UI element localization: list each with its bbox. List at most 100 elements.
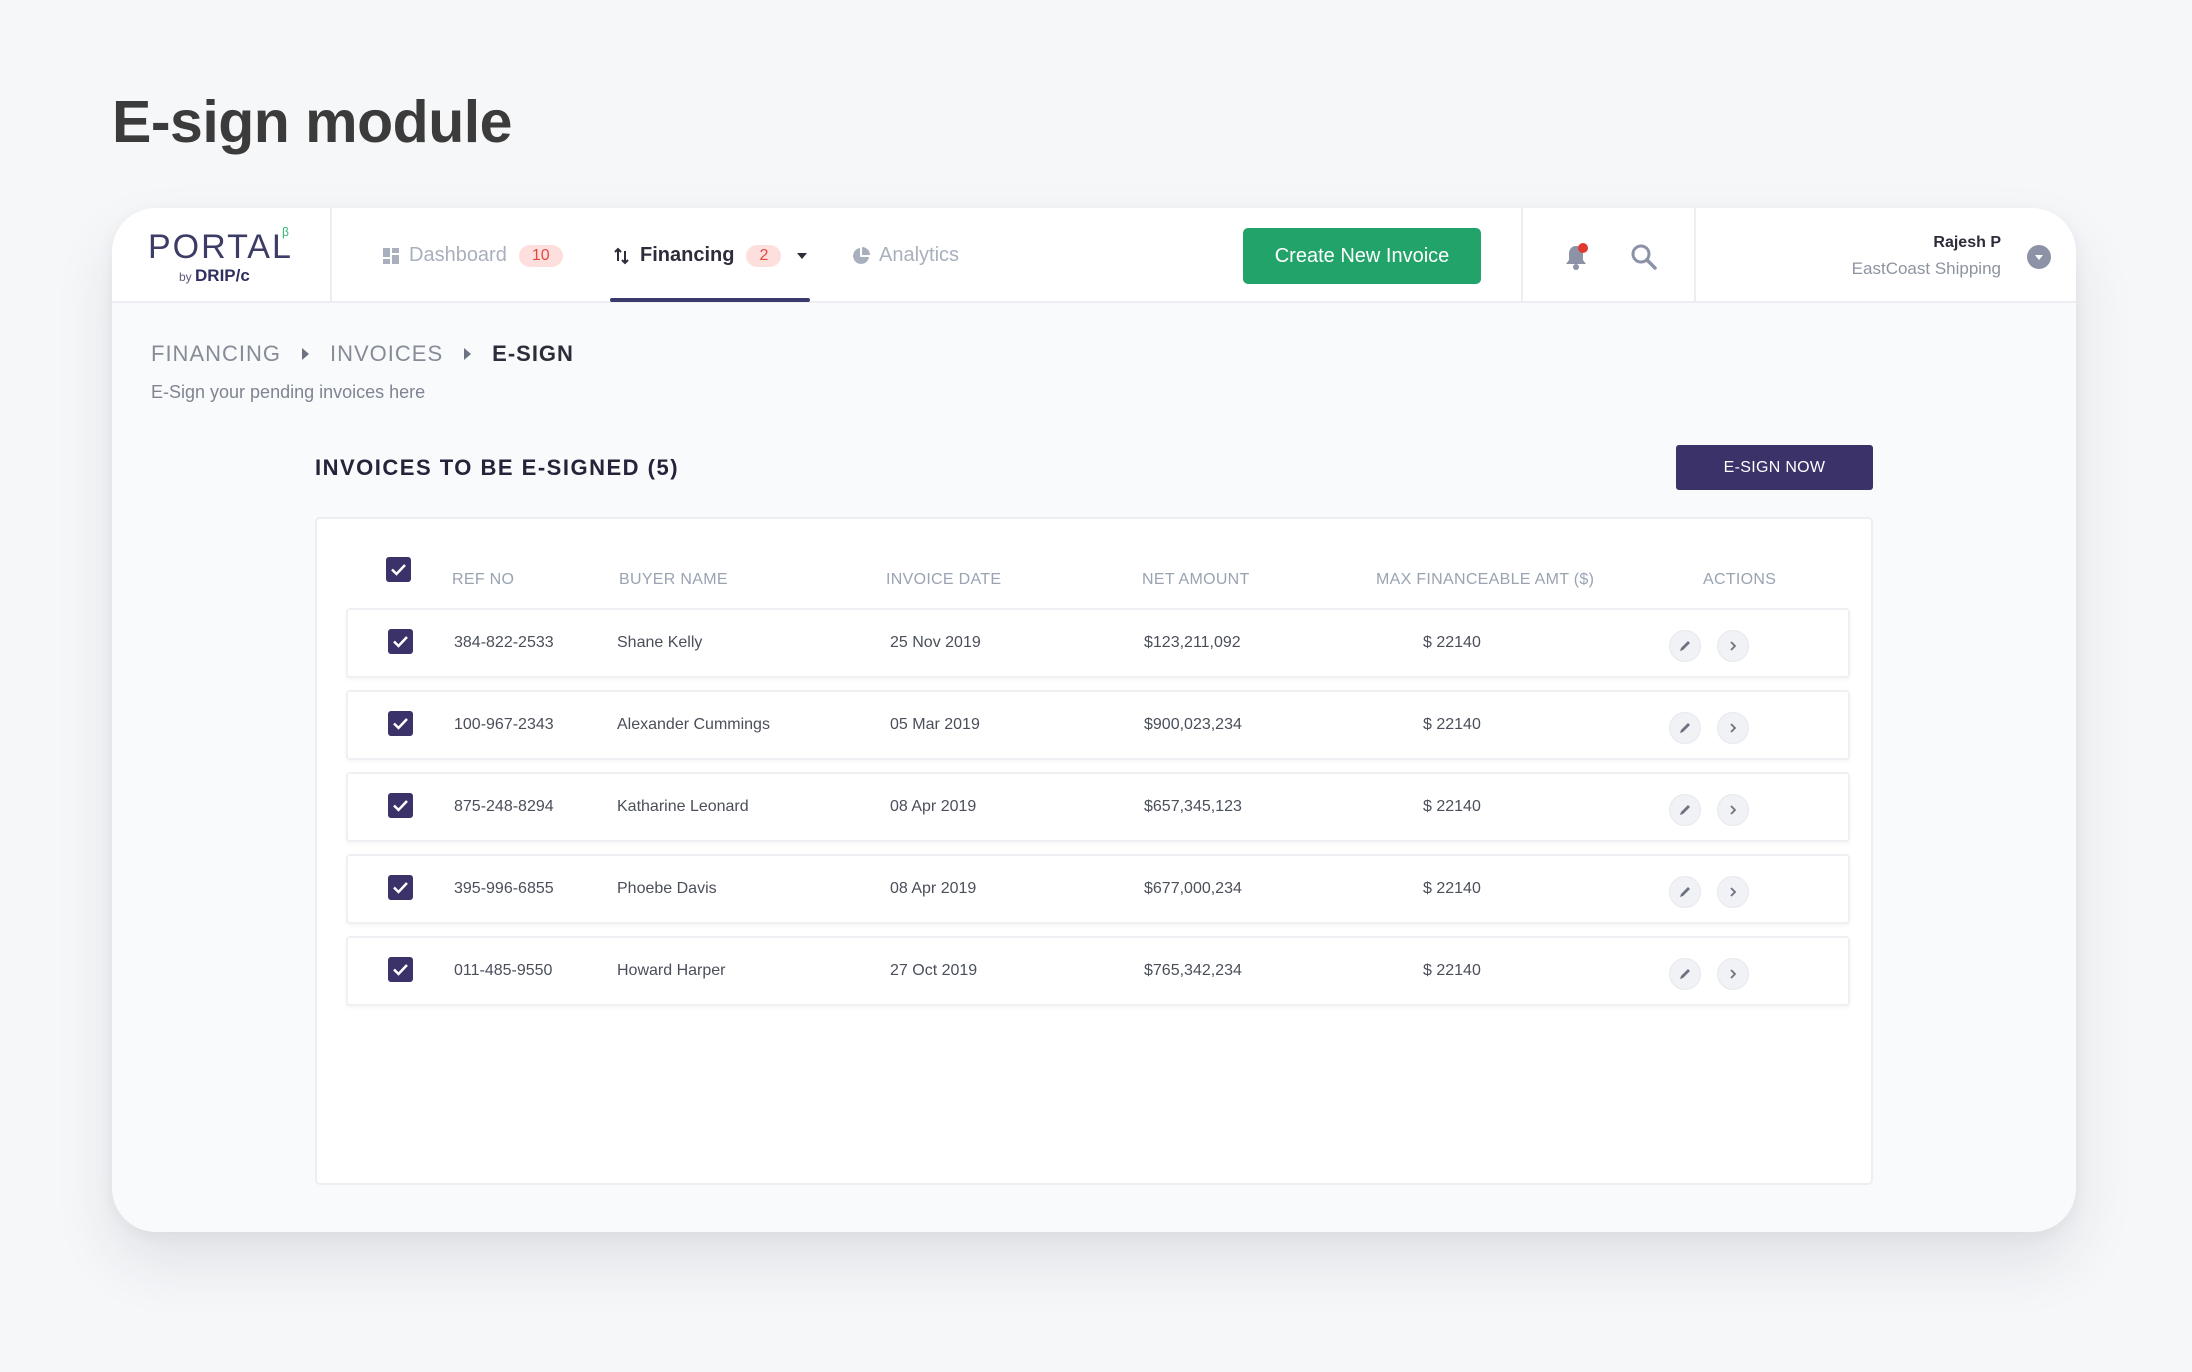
- row-checkbox[interactable]: [388, 629, 413, 654]
- header-invoice-date: INVOICE DATE: [886, 571, 1002, 588]
- page-subtitle: E-Sign your pending invoices here: [151, 382, 426, 402]
- esign-now-button[interactable]: E-SIGN NOW: [1676, 445, 1873, 490]
- edit-button[interactable]: [1669, 876, 1701, 908]
- select-all-checkbox[interactable]: [386, 557, 411, 582]
- edit-icon: [1680, 805, 1690, 815]
- cell-net-amount: $657,345,123: [1144, 798, 1242, 815]
- check-icon: [393, 964, 408, 976]
- section-title: INVOICES TO BE E-SIGNED (5): [315, 455, 680, 480]
- table-row[interactable]: 875-248-8294 Katharine Leonard 08 Apr 20…: [346, 772, 1850, 842]
- chevron-down-icon[interactable]: [795, 251, 809, 261]
- cell-buyer-name: Shane Kelly: [617, 634, 703, 651]
- app-window: PORTAL β by DRIP/c Dashboard 10 Financin…: [112, 208, 2076, 1232]
- cell-ref-no: 100-967-2343: [454, 716, 554, 733]
- logo-brand: DRIP/c: [195, 266, 250, 285]
- cell-invoice-date: 27 Oct 2019: [890, 962, 978, 979]
- cell-buyer-name: Alexander Cummings: [617, 716, 770, 733]
- header-ref-no: REF NO: [452, 571, 515, 588]
- cell-invoice-date: 08 Apr 2019: [890, 880, 977, 897]
- cell-net-amount: $677,000,234: [1144, 880, 1242, 897]
- cell-max-financeable: $ 22140: [1423, 880, 1481, 897]
- cell-buyer-name: Katharine Leonard: [617, 798, 749, 815]
- table-row[interactable]: 100-967-2343 Alexander Cummings 05 Mar 2…: [346, 690, 1850, 760]
- breadcrumb-separator-icon: [302, 348, 309, 360]
- logo-beta-mark: β: [282, 225, 289, 239]
- divider: [1521, 208, 1523, 303]
- analytics-icon: [853, 246, 870, 264]
- view-details-button[interactable]: [1717, 876, 1749, 908]
- edit-button[interactable]: [1669, 712, 1701, 744]
- chevron-right-icon: [1730, 641, 1737, 651]
- edit-button[interactable]: [1669, 794, 1701, 826]
- logo-name: PORTAL: [148, 228, 293, 266]
- cell-ref-no: 395-996-6855: [454, 880, 554, 897]
- header-actions: ACTIONS: [1703, 571, 1777, 588]
- view-details-button[interactable]: [1717, 630, 1749, 662]
- active-tab-indicator: [610, 298, 810, 302]
- header-net-amount: NET AMOUNT: [1142, 571, 1250, 588]
- edit-icon: [1680, 969, 1690, 979]
- row-checkbox[interactable]: [388, 793, 413, 818]
- cell-net-amount: $900,023,234: [1144, 716, 1242, 733]
- edit-button[interactable]: [1669, 958, 1701, 990]
- nav-dashboard[interactable]: Dashboard 10: [381, 208, 563, 303]
- check-icon: [391, 564, 406, 576]
- breadcrumb: FINANCING INVOICES E-SIGN: [151, 341, 574, 367]
- cell-max-financeable: $ 22140: [1423, 634, 1481, 651]
- logo-byline: by DRIP/c: [179, 266, 250, 285]
- dashboard-icon: [383, 247, 399, 264]
- table-row[interactable]: 384-822-2533 Shane Kelly 25 Nov 2019 $12…: [346, 608, 1850, 678]
- cell-invoice-date: 08 Apr 2019: [890, 798, 977, 815]
- check-icon: [393, 800, 408, 812]
- breadcrumb-financing[interactable]: FINANCING: [151, 341, 281, 367]
- cell-max-financeable: $ 22140: [1423, 716, 1481, 733]
- view-details-button[interactable]: [1717, 712, 1749, 744]
- nav-analytics[interactable]: Analytics: [851, 208, 959, 303]
- chevron-right-icon: [1730, 969, 1737, 979]
- edit-icon: [1680, 723, 1690, 733]
- table-row[interactable]: 395-996-6855 Phoebe Davis 08 Apr 2019 $6…: [346, 854, 1850, 924]
- row-checkbox[interactable]: [388, 711, 413, 736]
- divider: [1694, 208, 1696, 303]
- create-new-invoice-button[interactable]: Create New Invoice: [1243, 228, 1481, 284]
- cell-ref-no: 011-485-9550: [454, 962, 553, 979]
- cell-net-amount: $123,211,092: [1144, 634, 1241, 651]
- edit-icon: [1680, 887, 1690, 897]
- edit-button[interactable]: [1669, 630, 1701, 662]
- logo[interactable]: PORTAL β by DRIP/c: [112, 208, 332, 303]
- view-details-button[interactable]: [1717, 958, 1749, 990]
- cell-net-amount: $765,342,234: [1144, 962, 1242, 979]
- cell-ref-no: 875-248-8294: [454, 798, 554, 815]
- cell-buyer-name: Phoebe Davis: [617, 880, 717, 897]
- cell-invoice-date: 25 Nov 2019: [890, 634, 981, 651]
- breadcrumb-invoices[interactable]: INVOICES: [330, 341, 443, 367]
- top-navigation-bar: PORTAL β by DRIP/c Dashboard 10 Financin…: [112, 208, 2076, 303]
- row-checkbox[interactable]: [388, 957, 413, 982]
- cell-max-financeable: $ 22140: [1423, 798, 1481, 815]
- nav-analytics-label: Analytics: [879, 244, 960, 266]
- header-max-financeable: MAX FINANCEABLE AMT ($): [1376, 571, 1595, 588]
- user-company: EastCoast Shipping: [1851, 259, 2001, 278]
- page-title: E-sign module: [112, 89, 512, 155]
- row-checkbox[interactable]: [388, 875, 413, 900]
- notification-dot: [1578, 243, 1588, 253]
- cell-ref-no: 384-822-2533: [454, 634, 554, 651]
- nav-dashboard-label: Dashboard: [409, 244, 507, 266]
- check-icon: [393, 636, 408, 648]
- user-menu-chevron-icon[interactable]: [2027, 245, 2051, 269]
- nav-financing-label: Financing: [640, 244, 735, 266]
- financing-count-badge: 2: [746, 244, 782, 267]
- view-details-button[interactable]: [1717, 794, 1749, 826]
- bell-icon[interactable]: [1561, 242, 1591, 272]
- user-name: Rajesh P: [1933, 234, 2001, 251]
- table-row[interactable]: 011-485-9550 Howard Harper 27 Oct 2019 $…: [346, 936, 1850, 1006]
- invoice-table: REF NO BUYER NAME INVOICE DATE NET AMOUN…: [315, 517, 1873, 1185]
- breadcrumb-separator-icon: [464, 348, 472, 360]
- breadcrumb-esign: E-SIGN: [492, 341, 574, 366]
- cell-buyer-name: Howard Harper: [617, 962, 726, 979]
- check-icon: [393, 882, 408, 894]
- cell-max-financeable: $ 22140: [1423, 962, 1481, 979]
- search-icon[interactable]: [1629, 242, 1659, 272]
- nav-financing[interactable]: Financing 2: [612, 208, 809, 303]
- financing-icon: [614, 247, 629, 264]
